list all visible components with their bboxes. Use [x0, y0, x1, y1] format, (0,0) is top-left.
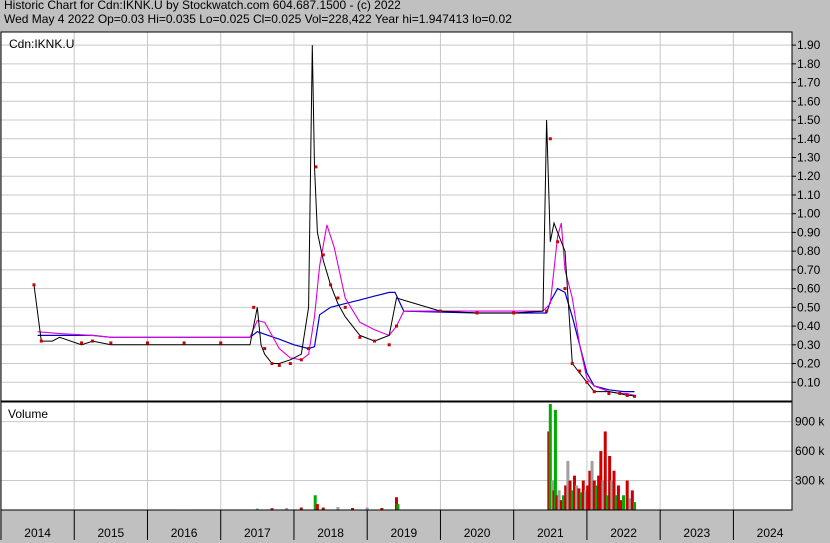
- close-point: [299, 358, 303, 362]
- y-tick-label: 0.40: [797, 319, 821, 333]
- close-point: [288, 362, 292, 366]
- x-tick-label: 2017: [244, 526, 271, 540]
- x-tick-label: 2019: [390, 526, 417, 540]
- close-point: [475, 311, 479, 315]
- close-point: [32, 283, 36, 287]
- y-tick-label: 1.90: [797, 38, 821, 52]
- y-tick-label: 1.30: [797, 150, 821, 164]
- x-tick-label: 2018: [317, 526, 344, 540]
- x-tick-label: 2020: [464, 526, 491, 540]
- close-point: [109, 341, 113, 345]
- close-point: [91, 339, 95, 343]
- close-point: [556, 240, 560, 244]
- close-point: [358, 335, 362, 339]
- close-point: [548, 137, 552, 141]
- close-point: [263, 347, 267, 351]
- y-tick-label: 1.20: [797, 169, 821, 183]
- y-tick-label: 0.50: [797, 300, 821, 314]
- close-point: [39, 339, 43, 343]
- close-point: [438, 309, 442, 313]
- close-point: [570, 362, 574, 366]
- volume-bar: [619, 500, 623, 510]
- close-point: [80, 341, 84, 345]
- close-point: [182, 341, 186, 345]
- close-point: [321, 253, 325, 257]
- close-point: [373, 339, 377, 343]
- close-point: [607, 392, 611, 396]
- volume-bar: [396, 504, 400, 510]
- volume-bar: [553, 409, 557, 510]
- price-chart-title: Cdn:IKNK.U: [9, 37, 74, 51]
- stock-chart: 2014 2015 2016 2017 2018 2019 2020 2021 2022 2023…: [0, 31, 825, 540]
- volume-bar: [625, 480, 629, 510]
- close-point: [512, 311, 516, 315]
- y-tick-label: 1.60: [797, 94, 821, 108]
- x-tick-label: 2016: [171, 526, 198, 540]
- y-tick-label: 1.70: [797, 76, 821, 90]
- volume-chart-title: Volume: [8, 407, 48, 421]
- close-point: [270, 362, 274, 366]
- close-point: [618, 392, 622, 396]
- volume-bar: [622, 495, 626, 510]
- price-plot-area: [1, 32, 792, 401]
- x-tick-label: 2024: [757, 526, 784, 540]
- close-point: [545, 309, 549, 313]
- y-tick-label: 0.90: [797, 225, 821, 239]
- close-point: [343, 305, 347, 309]
- close-point: [314, 165, 318, 169]
- close-point: [563, 287, 567, 291]
- x-tick-label: 2022: [610, 526, 637, 540]
- x-tick-label: 2014: [24, 526, 51, 540]
- x-tick-label: 2021: [537, 526, 564, 540]
- volume-bar: [633, 502, 637, 510]
- y-tick-label: 0.10: [797, 375, 821, 389]
- y-tick-label: 1.40: [797, 132, 821, 146]
- y-tick-label: 1.80: [797, 57, 821, 71]
- close-point: [219, 341, 223, 345]
- volume-tick-label: 600 k: [795, 444, 825, 458]
- y-tick-label: 1.50: [797, 113, 821, 127]
- close-point: [625, 393, 629, 397]
- close-point: [307, 347, 311, 351]
- y-tick-label: 0.60: [797, 282, 821, 296]
- close-point: [592, 390, 596, 394]
- y-tick-label: 0.70: [797, 263, 821, 277]
- y-tick-label: 0.20: [797, 357, 821, 371]
- volume-bar: [315, 504, 319, 510]
- y-tick-label: 0.80: [797, 244, 821, 258]
- x-tick-label: 2015: [98, 526, 125, 540]
- volume-tick-label: 900 k: [795, 415, 825, 429]
- volume-tick-label: 300 k: [795, 474, 825, 488]
- y-tick-label: 0.30: [797, 338, 821, 352]
- close-point: [277, 363, 281, 367]
- x-tick-label: 2023: [683, 526, 710, 540]
- y-tick-label: 1.00: [797, 207, 821, 221]
- close-point: [336, 296, 340, 300]
- close-point: [395, 324, 398, 328]
- y-tick-label: 1.10: [797, 188, 821, 202]
- close-point: [585, 380, 589, 384]
- close-point: [329, 283, 333, 287]
- volume-plot-area: [1, 402, 792, 510]
- close-point: [387, 343, 391, 347]
- close-point: [145, 341, 149, 345]
- close-point: [578, 369, 582, 373]
- close-point: [633, 394, 637, 398]
- close-point: [252, 305, 256, 309]
